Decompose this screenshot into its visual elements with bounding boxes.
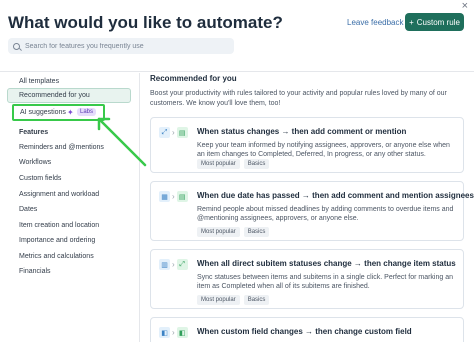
card-description: Sync statuses between items and subitems… bbox=[197, 274, 454, 290]
rule-card[interactable]: ▥ › ⤢ When all direct subitem statuses c… bbox=[150, 249, 464, 309]
plus-icon: + bbox=[409, 17, 414, 27]
chevron-right-icon: › bbox=[172, 260, 175, 269]
rule-card[interactable]: ▦ › ▤ When due date has passed → then ad… bbox=[150, 181, 474, 241]
section-title: Recommended for you bbox=[150, 74, 237, 83]
sidebar-item-custom-fields[interactable]: Custom fields bbox=[19, 175, 61, 182]
card-description: Remind people about missed deadlines by … bbox=[197, 206, 454, 222]
sidebar-item-label: Recommended for you bbox=[19, 92, 90, 99]
card-icons: ▥ › ⤢ bbox=[159, 259, 188, 270]
comment-icon: ▤ bbox=[176, 191, 188, 202]
search-box[interactable] bbox=[8, 38, 234, 54]
card-icons: ⤢ › ▤ bbox=[159, 127, 188, 138]
sidebar-item-reminders[interactable]: Reminders and @mentions bbox=[19, 144, 104, 151]
tag-badge: Most popular bbox=[197, 295, 240, 305]
page-title: What would you like to automate? bbox=[8, 13, 283, 32]
sidebar-item-financials[interactable]: Financials bbox=[19, 268, 51, 275]
subitems-icon: ▥ bbox=[159, 259, 170, 270]
sidebar-item-importance[interactable]: Importance and ordering bbox=[19, 237, 95, 244]
leave-feedback-link[interactable]: Leave feedback bbox=[347, 18, 404, 27]
custom-rule-label: Custom rule bbox=[416, 17, 460, 27]
comment-icon: ▤ bbox=[176, 127, 188, 138]
tag-badge: Most popular bbox=[197, 227, 240, 237]
sidebar-item-all-templates[interactable]: All templates bbox=[19, 78, 59, 85]
sidebar-item-dates[interactable]: Dates bbox=[19, 206, 37, 213]
tag-badge: Basics bbox=[243, 227, 270, 237]
sidebar-item-metrics[interactable]: Metrics and calculations bbox=[19, 253, 94, 260]
card-title: When custom field changes → then change … bbox=[197, 327, 412, 336]
chevron-right-icon: › bbox=[172, 192, 175, 201]
status-change-icon: ⤢ bbox=[159, 127, 170, 138]
card-tags: Most popular Basics bbox=[197, 295, 270, 305]
card-icons: ▦ › ▤ bbox=[159, 191, 188, 202]
sidebar-item-assignment[interactable]: Assignment and workload bbox=[19, 191, 99, 198]
chevron-right-icon: › bbox=[172, 328, 175, 337]
search-input[interactable] bbox=[25, 42, 225, 50]
labs-badge: Labs bbox=[77, 108, 97, 116]
search-icon bbox=[13, 42, 20, 50]
status-change-icon: ⤢ bbox=[176, 259, 188, 270]
card-title: When due date has passed → then add comm… bbox=[197, 191, 474, 200]
custom-field-icon: ◧ bbox=[176, 327, 188, 338]
features-heading: Features bbox=[19, 129, 49, 136]
sidebar-item-recommended[interactable]: Recommended for you bbox=[7, 88, 131, 103]
card-description: Keep your team informed by notifying ass… bbox=[197, 142, 450, 158]
card-title: When status changes → then add comment o… bbox=[197, 127, 407, 136]
dialog-header: What would you like to automate? Leave f… bbox=[0, 0, 474, 72]
tag-badge: Basics bbox=[243, 295, 270, 305]
card-title: When all direct subitem statuses change … bbox=[197, 259, 456, 268]
card-tags: Most popular Basics bbox=[197, 227, 270, 237]
rule-card[interactable]: ⤢ › ▤ When status changes → then add com… bbox=[150, 117, 464, 173]
custom-rule-button[interactable]: + Custom rule bbox=[405, 13, 464, 31]
tag-badge: Basics bbox=[243, 159, 270, 169]
sidebar-item-label: AI suggestions bbox=[20, 109, 66, 116]
highlight-arrow bbox=[97, 117, 147, 167]
sidebar-item-item-creation[interactable]: Item creation and location bbox=[19, 222, 99, 229]
custom-field-icon: ◧ bbox=[159, 327, 170, 338]
rule-card[interactable]: ◧ › ◧ When custom field changes → then c… bbox=[150, 317, 464, 342]
chevron-right-icon: › bbox=[172, 128, 175, 137]
card-tags: Most popular Basics bbox=[197, 159, 270, 169]
card-icons: ◧ › ◧ bbox=[159, 327, 188, 338]
calendar-icon: ▦ bbox=[159, 191, 170, 202]
sidebar: All templates Recommended for you AI sug… bbox=[0, 73, 140, 342]
section-description: Boost your productivity with rules tailo… bbox=[150, 90, 447, 107]
sidebar-item-workflows[interactable]: Workflows bbox=[19, 159, 51, 166]
sidebar-item-ai-suggestions[interactable]: AI suggestions ✦ Labs bbox=[12, 104, 105, 121]
tag-badge: Most popular bbox=[197, 159, 240, 169]
sparkle-icon: ✦ bbox=[67, 108, 74, 117]
